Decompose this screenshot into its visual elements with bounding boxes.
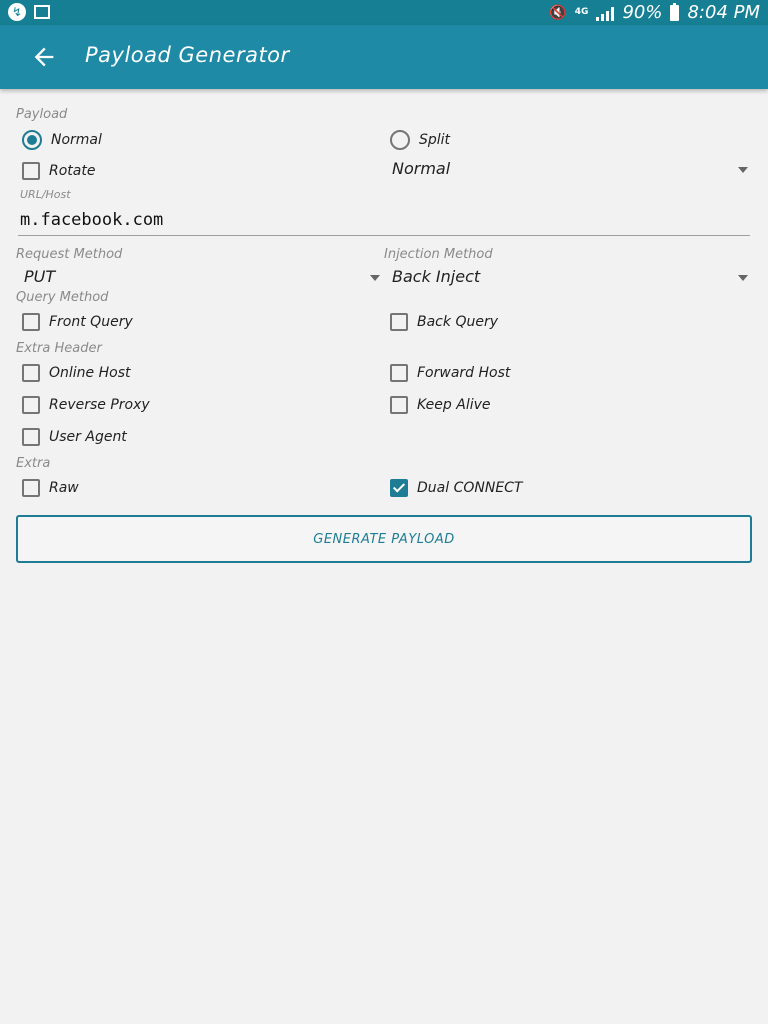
rotate-label: Rotate [49, 163, 96, 179]
mute-vibrate-icon: 🔇 [549, 4, 567, 21]
injection-method-label: Injection Method [384, 247, 493, 262]
front-query-checkbox[interactable] [22, 313, 40, 331]
payload-normal-label: Normal [51, 132, 102, 148]
user-agent-label: User Agent [49, 429, 127, 445]
user-agent-row[interactable]: User Agent [22, 428, 127, 446]
status-left-icons: ↯ [8, 3, 50, 21]
messenger-icon: ↯ [8, 3, 26, 21]
rotate-checkbox[interactable] [22, 162, 40, 180]
dual-connect-checkbox[interactable] [390, 479, 408, 497]
status-bar: ↯ 🔇 4G 90% 8:04 PM [0, 0, 768, 25]
arrow-left-icon[interactable] [30, 43, 58, 71]
payload-normal-radio[interactable]: Normal [22, 130, 102, 150]
injection-method-dropdown[interactable]: Back Inject [384, 266, 748, 290]
online-host-label: Online Host [49, 365, 131, 381]
clock-time: 8:04 PM [687, 2, 760, 23]
injection-method-value: Back Inject [392, 267, 481, 286]
reverse-proxy-row[interactable]: Reverse Proxy [22, 396, 150, 414]
keep-alive-checkbox[interactable] [390, 396, 408, 414]
online-host-row[interactable]: Online Host [22, 364, 130, 382]
dropdown-arrow-icon [738, 167, 748, 173]
user-agent-checkbox[interactable] [22, 428, 40, 446]
signal-icon [596, 5, 615, 21]
forward-host-label: Forward Host [417, 365, 511, 381]
book-icon [34, 5, 50, 19]
reverse-proxy-checkbox[interactable] [22, 396, 40, 414]
generate-payload-button[interactable]: GENERATE PAYLOAD [16, 515, 752, 563]
rotate-checkbox-row[interactable]: Rotate [22, 162, 95, 180]
split-mode-dropdown[interactable]: Normal [384, 158, 748, 182]
payload-split-radio[interactable]: Split [390, 130, 450, 150]
raw-label: Raw [49, 480, 79, 496]
back-query-checkbox[interactable] [390, 313, 408, 331]
dual-connect-label: Dual CONNECT [417, 480, 523, 496]
forward-host-row[interactable]: Forward Host [390, 364, 510, 382]
page-title: Payload Generator [85, 43, 290, 67]
front-query-label: Front Query [49, 314, 133, 330]
payload-section-label: Payload [16, 107, 68, 122]
status-right-icons: 🔇 4G 90% 8:04 PM [549, 2, 760, 23]
dropdown-arrow-icon [370, 275, 380, 281]
online-host-checkbox[interactable] [22, 364, 40, 382]
forward-host-checkbox[interactable] [390, 364, 408, 382]
raw-row[interactable]: Raw [22, 479, 79, 497]
query-method-label: Query Method [16, 290, 109, 305]
network-type: 4G [574, 7, 589, 17]
extra-header-label: Extra Header [16, 341, 102, 356]
dropdown-arrow-icon [738, 275, 748, 281]
keep-alive-label: Keep Alive [417, 397, 491, 413]
split-mode-value: Normal [392, 159, 451, 178]
request-method-value: PUT [24, 267, 56, 286]
extra-label: Extra [16, 456, 51, 471]
battery-percent: 90% [622, 2, 663, 23]
battery-icon [670, 2, 680, 21]
app-bar: Payload Generator [0, 25, 768, 89]
dual-connect-row[interactable]: Dual CONNECT [390, 479, 523, 497]
raw-checkbox[interactable] [22, 479, 40, 497]
request-method-label: Request Method [16, 247, 123, 262]
front-query-row[interactable]: Front Query [22, 313, 133, 331]
request-method-dropdown[interactable]: PUT [16, 266, 380, 290]
url-host-label: URL/Host [20, 188, 71, 201]
payload-split-label: Split [419, 132, 451, 148]
url-host-input[interactable] [18, 205, 750, 236]
keep-alive-row[interactable]: Keep Alive [390, 396, 491, 414]
radio-split-indicator[interactable] [390, 130, 410, 150]
back-query-row[interactable]: Back Query [390, 313, 498, 331]
radio-normal-indicator[interactable] [22, 130, 42, 150]
reverse-proxy-label: Reverse Proxy [49, 397, 150, 413]
back-query-label: Back Query [417, 314, 498, 330]
